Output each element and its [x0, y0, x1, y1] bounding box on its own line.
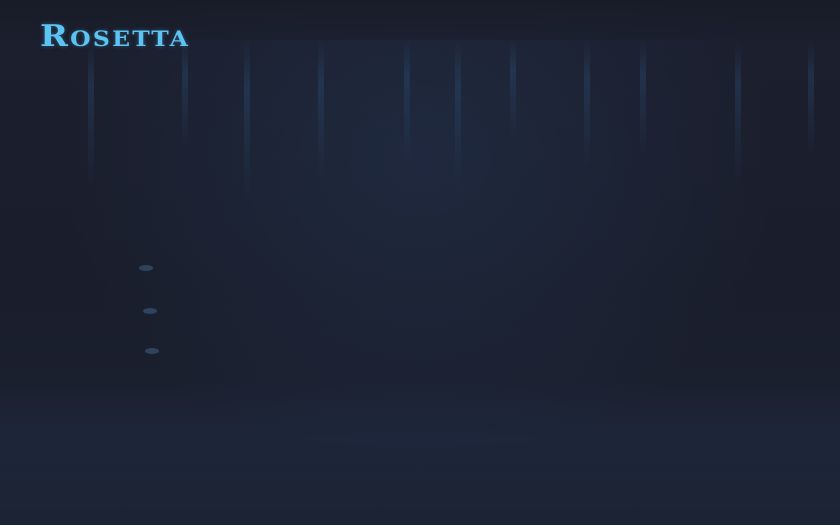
background-light-streak	[455, 40, 461, 190]
background-light-streak	[808, 40, 814, 160]
background-light-streak	[510, 40, 516, 140]
background-light-dot	[145, 348, 159, 354]
background-light-streak	[88, 40, 94, 190]
background-light-streak	[735, 40, 741, 185]
background-floor	[0, 380, 840, 525]
background-light-streak	[182, 40, 188, 150]
background-light-dot	[143, 308, 157, 314]
background-light-streak	[244, 40, 250, 200]
background-light-dot	[139, 265, 153, 271]
app-logo: Rosetta	[40, 19, 191, 54]
splash-screen: Rosetta	[0, 0, 840, 525]
background-light-streak	[584, 40, 590, 170]
background-light-streak	[404, 40, 410, 160]
background-scenery	[0, 40, 840, 240]
background-light-streak	[640, 40, 646, 155]
background-light-streak	[318, 40, 324, 180]
